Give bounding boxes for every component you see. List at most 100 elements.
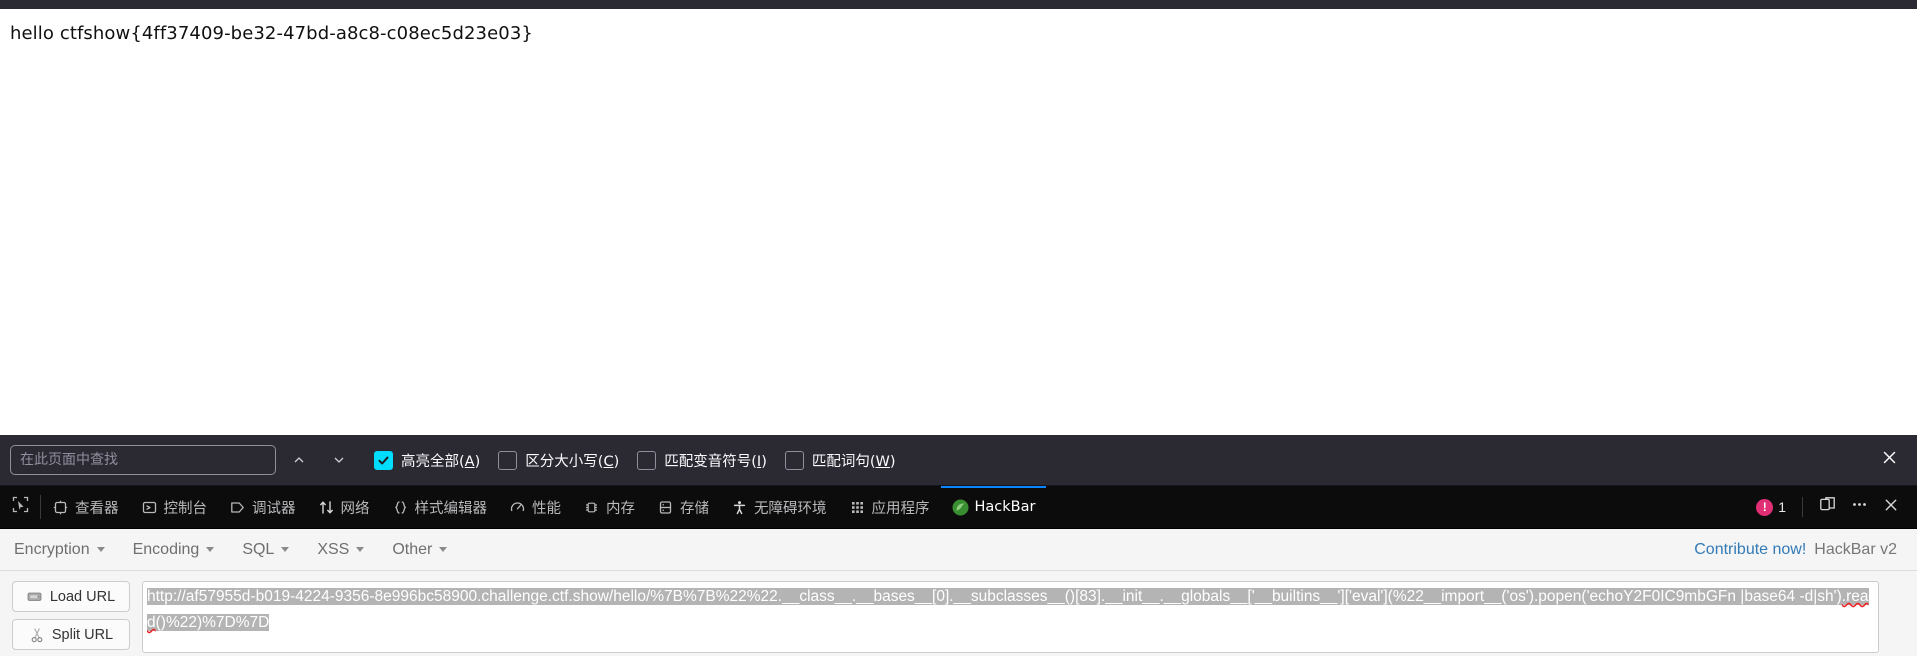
menu-sql[interactable]: SQL <box>242 540 290 559</box>
menu-xss[interactable]: XSS <box>317 540 365 559</box>
tab-performance[interactable]: 性能 <box>498 486 572 528</box>
more-options-button[interactable] <box>1845 493 1873 521</box>
menu-sql-label: SQL <box>242 540 275 558</box>
textarea-resize-handle[interactable] <box>1863 638 1876 651</box>
tab-storage-label: 存储 <box>680 500 709 517</box>
find-option-match-diacritics[interactable]: 匹配变音符号(I) <box>637 450 767 471</box>
page-body-text: hello ctfshow{4ff37409-be32-47bd-a8c8-c0… <box>10 23 533 44</box>
accessibility-icon <box>731 499 748 516</box>
dock-toggle-button[interactable] <box>1813 493 1841 521</box>
error-count-label: 1 <box>1778 499 1786 515</box>
find-option-label-match-case: 区分大小写(C) <box>525 453 620 470</box>
find-toolbar: 高亮全部(A) 区分大小写(C) 匹配变音符号(I) 匹配词句(W) <box>0 435 1917 486</box>
tab-debugger-label: 调试器 <box>252 500 296 517</box>
hackbar-version-label: HackBar v2 <box>1814 540 1897 558</box>
menu-other[interactable]: Other <box>392 540 448 559</box>
find-option-label-match-diacritics: 匹配变音符号(I) <box>664 453 767 470</box>
url-line-2-suffix: ()%22)%7D%7D <box>155 614 270 631</box>
tab-hackbar-label: HackBar <box>974 499 1036 515</box>
split-url-label: Split URL <box>51 626 114 643</box>
page-viewport: hello ctfshow{4ff37409-be32-47bd-a8c8-c0… <box>0 9 1917 435</box>
chevron-down-icon <box>281 547 290 552</box>
application-icon <box>849 499 866 516</box>
console-icon <box>141 499 158 516</box>
chevron-down-icon <box>332 453 346 467</box>
chevron-up-icon <box>292 453 306 467</box>
find-previous-button[interactable] <box>282 445 316 475</box>
storage-icon <box>657 499 674 516</box>
find-option-highlight-all[interactable]: 高亮全部(A) <box>374 450 480 471</box>
more-options-icon <box>1851 496 1868 518</box>
close-devtools-button[interactable] <box>1877 493 1905 521</box>
tab-performance-label: 性能 <box>532 500 561 517</box>
load-url-label: Load URL <box>49 588 116 605</box>
hackbar-menubar: Encryption Encoding SQL XSS Other Contri… <box>0 529 1917 571</box>
tab-network-label: 网络 <box>340 500 370 517</box>
tab-style-editor[interactable]: 样式编辑器 <box>381 486 499 528</box>
dock-toggle-icon <box>1819 496 1836 518</box>
menu-encoding[interactable]: Encoding <box>133 541 215 559</box>
url-textarea[interactable]: http://af57955d-b019-4224-9356-8e996bc58… <box>142 581 1879 653</box>
tab-hackbar[interactable]: HackBar <box>940 486 1047 528</box>
chevron-down-icon <box>96 547 105 552</box>
devtools-toolbar: 查看器 控制台 调试器 网络 样式编辑器 性能 内存 存储 无障碍环境 应用程序… <box>0 486 1917 529</box>
devtools-tab-list: 查看器 控制台 调试器 网络 样式编辑器 性能 内存 存储 无障碍环境 应用程序… <box>41 486 1047 528</box>
find-next-button[interactable] <box>322 445 356 475</box>
tab-storage[interactable]: 存储 <box>646 486 720 528</box>
close-devtools-icon <box>1883 497 1899 518</box>
chevron-down-icon <box>356 547 365 552</box>
tab-memory-label: 内存 <box>606 500 635 517</box>
find-option-whole-words[interactable]: 匹配词句(W) <box>784 450 896 471</box>
find-close-button[interactable] <box>1877 448 1901 472</box>
hackbar-panel: Encryption Encoding SQL XSS Other Contri… <box>0 529 1917 656</box>
memory-icon <box>583 499 600 516</box>
tab-console-label: 控制台 <box>163 500 208 517</box>
tab-accessibility[interactable]: 无障碍环境 <box>720 486 838 528</box>
tab-inspector[interactable]: 查看器 <box>41 486 130 528</box>
checkbox-match-case[interactable] <box>498 450 518 470</box>
toolbar-divider-right <box>1802 497 1803 517</box>
tab-style-editor-label: 样式编辑器 <box>414 500 488 517</box>
find-option-label-whole-words: 匹配词句(W) <box>811 453 896 470</box>
hackbar-action-buttons: Load URL Split URL <box>12 581 130 656</box>
hackbar-contribute-area: Contribute now! HackBar v2 <box>1694 541 1903 559</box>
menu-encryption-label: Encryption <box>14 540 90 558</box>
hackbar-body: Load URL Split URL http://af57955d-b019-… <box>0 571 1917 656</box>
hackbar-url-area: http://af57955d-b019-4224-9356-8e996bc58… <box>142 581 1905 656</box>
tab-application-label: 应用程序 <box>871 500 930 517</box>
find-option-label-highlight-all: 高亮全部(A) <box>401 453 481 470</box>
performance-icon <box>509 499 526 516</box>
close-icon <box>1881 449 1898 471</box>
find-input[interactable] <box>10 445 276 475</box>
debugger-icon <box>229 499 246 516</box>
find-option-match-case[interactable]: 区分大小写(C) <box>498 450 619 471</box>
error-count-badge[interactable]: ! 1 <box>1750 498 1792 516</box>
tab-application[interactable]: 应用程序 <box>838 486 941 528</box>
menu-other-label: Other <box>392 540 433 558</box>
url-line-2-prefix: Y2F0IC9mbGFn |base64 -d|sh') <box>1623 588 1842 605</box>
error-badge-icon: ! <box>1756 498 1774 516</box>
url-line-1: http://af57955d-b019-4224-9356-8e996bc58… <box>147 588 1624 605</box>
load-url-icon <box>27 589 43 605</box>
chevron-down-icon <box>206 547 215 552</box>
tab-inspector-label: 查看器 <box>75 500 119 517</box>
menu-xss-label: XSS <box>317 540 350 558</box>
menu-encryption[interactable]: Encryption <box>14 541 105 559</box>
checkbox-whole-words[interactable] <box>784 450 804 470</box>
element-picker-icon <box>12 496 29 518</box>
contribute-link[interactable]: Contribute now! <box>1694 541 1806 559</box>
tab-console[interactable]: 控制台 <box>130 486 219 528</box>
hackbar-icon <box>952 499 969 516</box>
tab-accessibility-label: 无障碍环境 <box>754 500 827 517</box>
checkbox-match-diacritics[interactable] <box>637 450 657 470</box>
element-picker-button[interactable] <box>0 486 40 528</box>
devtools-toolbar-controls: ! 1 <box>1750 486 1917 528</box>
split-url-icon <box>29 627 45 643</box>
tab-memory[interactable]: 内存 <box>572 486 646 528</box>
split-url-button[interactable]: Split URL <box>12 619 130 650</box>
tab-debugger[interactable]: 调试器 <box>218 486 307 528</box>
menu-encoding-label: Encoding <box>132 540 200 558</box>
load-url-button[interactable]: Load URL <box>12 581 130 612</box>
checkbox-highlight-all[interactable] <box>374 450 393 470</box>
tab-network[interactable]: 网络 <box>307 486 381 528</box>
